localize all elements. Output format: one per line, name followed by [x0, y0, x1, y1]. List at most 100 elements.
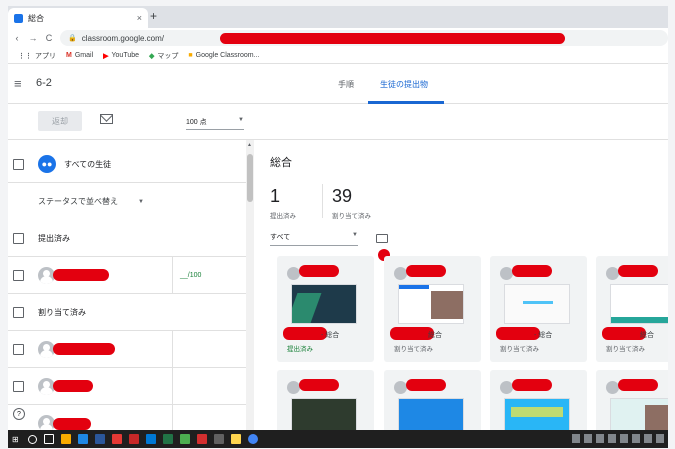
tab-instructions[interactable]: 手順	[338, 79, 354, 90]
tray-icon[interactable]	[596, 434, 604, 443]
submission-card[interactable]: 総合 割り当て済み	[596, 256, 668, 362]
windows-start-icon[interactable]: ⊞	[12, 435, 21, 444]
redaction-mark	[512, 379, 552, 391]
scrollbar[interactable]: ▲	[246, 140, 254, 430]
bookmark-label: Gmail	[74, 52, 94, 59]
checkbox[interactable]	[13, 306, 24, 318]
notification-icon[interactable]	[656, 434, 664, 443]
classroom-icon: ■	[188, 52, 193, 59]
hamburger-menu-icon[interactable]: ≡	[14, 76, 22, 91]
redaction-mark	[53, 380, 93, 392]
divider	[172, 257, 173, 294]
bookmark-youtube[interactable]: ▶ YouTube	[103, 52, 139, 60]
notes-icon[interactable]	[231, 434, 241, 444]
avatar	[606, 267, 619, 280]
address-bar: ‹ → C 🔒 classroom.google.com/	[8, 28, 668, 48]
tray-icon[interactable]	[572, 434, 580, 443]
tray-icon[interactable]	[608, 434, 616, 443]
grade-input[interactable]: __/100	[180, 272, 201, 279]
new-tab-button[interactable]: +	[150, 9, 157, 23]
table-row[interactable]: __/100	[8, 257, 246, 294]
file-explorer-icon[interactable]	[61, 434, 71, 444]
submission-thumbnail	[291, 398, 357, 434]
tab-close-icon[interactable]: ×	[137, 13, 142, 23]
table-row[interactable]	[8, 368, 246, 405]
help-icon[interactable]: ?	[13, 408, 25, 420]
avatar	[287, 267, 300, 280]
forward-icon[interactable]: →	[26, 33, 40, 43]
checkbox[interactable]	[13, 380, 24, 392]
back-icon[interactable]: ‹	[10, 33, 24, 43]
card-status: 割り当て済み	[500, 346, 539, 353]
task-view-icon[interactable]	[44, 434, 54, 444]
bookmark-maps[interactable]: ◆ マップ	[149, 51, 178, 61]
avatar	[394, 267, 407, 280]
card-status: 割り当て済み	[394, 346, 433, 353]
table-row[interactable]	[8, 331, 246, 368]
submission-card[interactable]: 総合 割り当て済み	[384, 256, 481, 362]
card-title: 総合	[428, 332, 442, 339]
bookmark-label: YouTube	[111, 52, 140, 59]
checkbox[interactable]	[13, 343, 24, 355]
submission-thumbnail	[398, 284, 464, 324]
tray-icon[interactable]	[584, 434, 592, 443]
list-item-all-students[interactable]: ●● すべての生徒	[8, 146, 246, 183]
status-filter-select[interactable]: すべて ▼	[270, 232, 358, 246]
redaction-mark	[53, 269, 109, 281]
powerpoint-icon[interactable]	[197, 434, 207, 444]
sort-dropdown[interactable]: ステータスで並べ替え ▼	[8, 183, 246, 220]
scrollbar-thumb[interactable]	[247, 154, 253, 202]
ie-icon[interactable]	[146, 434, 156, 444]
browser-tab-strip: 総合 × +	[8, 6, 668, 28]
submission-card[interactable]: - 総合 割り当て済み	[490, 256, 587, 362]
search-icon[interactable]	[28, 434, 37, 444]
points-value: 100 点	[186, 118, 207, 126]
thumbnail-line	[523, 301, 553, 304]
taskbar: ⊞	[8, 430, 668, 448]
scroll-up-icon[interactable]: ▲	[247, 142, 252, 148]
all-students-label: すべての生徒	[64, 159, 112, 169]
divider	[172, 331, 173, 368]
submitted-label: 提出済み	[270, 213, 296, 220]
return-button[interactable]: 返却	[38, 111, 82, 131]
checkbox[interactable]	[13, 158, 24, 170]
wifi-icon[interactable]	[620, 434, 628, 443]
reload-icon[interactable]: C	[42, 33, 56, 43]
edge-icon[interactable]	[78, 434, 88, 444]
acrobat-icon[interactable]	[112, 434, 122, 444]
submission-card[interactable]: - 総合 提出済み	[277, 256, 374, 362]
app-icon[interactable]	[129, 434, 139, 444]
section-header-submitted[interactable]: 提出済み	[8, 220, 246, 257]
ime-icon[interactable]	[644, 434, 652, 443]
bookmark-gmail[interactable]: M Gmail	[66, 52, 93, 59]
bookmark-label: マップ	[157, 52, 179, 60]
camera-icon[interactable]	[214, 434, 224, 444]
submission-thumbnail	[291, 284, 357, 324]
browser-tab[interactable]: 総合 ×	[8, 8, 148, 28]
redaction-mark	[512, 265, 552, 277]
assigned-count: 39	[332, 186, 353, 206]
redaction-mark	[299, 379, 339, 391]
class-name: 6-2	[36, 77, 52, 89]
word-icon[interactable]	[95, 434, 105, 444]
folder-icon[interactable]	[376, 234, 388, 243]
app-icon[interactable]	[180, 434, 190, 444]
submissions-panel: 総合 1 提出済み 39 割り当て済み すべて ▼ - 総合 提出済み 総合 割…	[254, 140, 668, 440]
checkbox[interactable]	[13, 269, 24, 281]
redaction-mark	[406, 265, 446, 277]
points-select[interactable]: 100 点 ▼	[186, 114, 244, 130]
chrome-icon[interactable]	[248, 434, 258, 444]
email-icon[interactable]	[100, 114, 113, 124]
url-field[interactable]: 🔒 classroom.google.com/	[60, 30, 668, 46]
bookmark-apps[interactable]: ⋮⋮ アプリ	[18, 51, 56, 61]
section-label: 割り当て済み	[38, 307, 86, 317]
tab-student-work[interactable]: 生徒の提出物	[380, 79, 428, 90]
checkbox[interactable]	[13, 232, 24, 244]
excel-icon[interactable]	[163, 434, 173, 444]
thumbnail-photo	[645, 405, 668, 433]
system-tray	[572, 434, 664, 443]
bookmark-classroom[interactable]: ■ Google Classroom...	[188, 52, 259, 59]
section-header-assigned[interactable]: 割り当て済み	[8, 294, 246, 331]
avatar	[394, 381, 407, 394]
volume-icon[interactable]	[632, 434, 640, 443]
